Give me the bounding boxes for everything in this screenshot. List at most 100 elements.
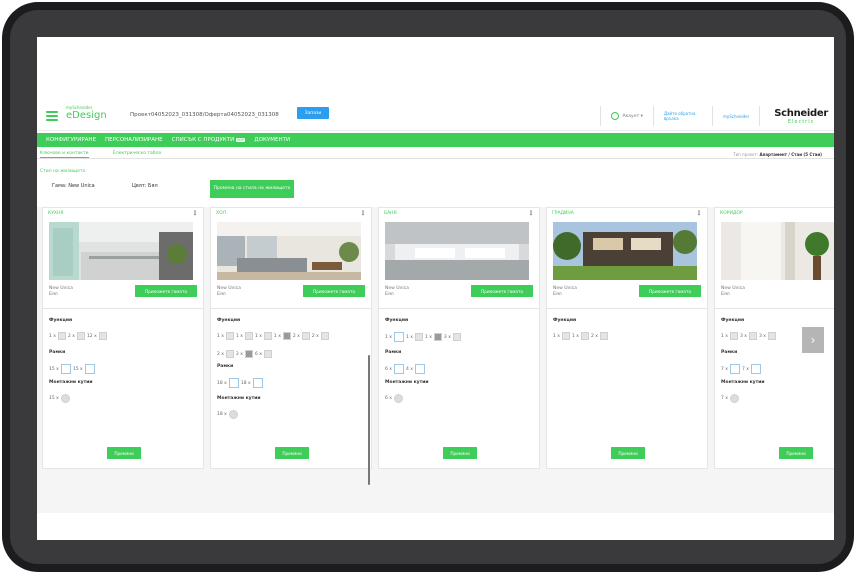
hamburger-menu-icon[interactable] — [46, 111, 58, 121]
functions-label: Функции — [553, 318, 577, 323]
change-button[interactable]: Промяна — [611, 447, 645, 459]
room-range-color: Бял — [49, 291, 58, 297]
room-title: ГРАДИНА — [552, 211, 574, 216]
boxes-label: Монтажни кутии — [49, 380, 93, 385]
apply-range-button[interactable]: Приложете гамата — [303, 285, 365, 297]
account-menu[interactable]: Акаунт ▾ — [601, 112, 652, 120]
functions-label: Функции — [385, 318, 409, 323]
room-range-name: New Unica — [553, 286, 577, 291]
function-qty: 12 x — [86, 333, 97, 339]
account-label: Акаунт ▾ — [622, 113, 643, 119]
function-icon — [244, 332, 253, 340]
more-icon[interactable]: ⋮ — [192, 210, 198, 217]
box-qty: 15 x — [49, 396, 59, 401]
top-bar: mySchneider eDesign Проект04052023_03130… — [37, 101, 834, 131]
project-type: Тип проект: Апартамент / Стаи (5 Стаи) — [733, 152, 822, 157]
apply-range-button[interactable]: Приложете гамата — [135, 285, 197, 297]
myschneider-link[interactable]: mySchneider — [713, 114, 759, 119]
function-icon — [452, 333, 461, 341]
more-icon[interactable]: ⋮ — [360, 210, 366, 217]
function-icon — [580, 332, 589, 340]
room-range-color: Бял — [217, 291, 226, 297]
functions-label: Функции — [49, 318, 73, 323]
frame-qty: 18 x — [217, 380, 227, 386]
more-icon[interactable]: ⋮ — [696, 210, 702, 217]
frame-icon — [228, 378, 239, 388]
box-qty: 7 x — [721, 396, 728, 401]
apply-range-button[interactable]: Приложете гамата — [471, 285, 533, 297]
room-card-bathroom: БАНЯ ⋮ New Unica Бял Приложете гамата Фун… — [378, 207, 540, 469]
feedback-link[interactable]: Дайте обратна връзка — [654, 111, 712, 121]
function-qty: 1 x — [385, 334, 392, 340]
main-nav: КОНФИГУРИРАНЕ ПЕРСОНАЛИЗИРАНЕ СПИСЪК С П… — [37, 133, 834, 147]
function-qty: 1 x — [235, 333, 243, 339]
room-range: New Unica Бял — [49, 286, 73, 298]
room-range-color: Бял — [721, 291, 730, 297]
change-button[interactable]: Промяна — [275, 447, 309, 459]
room-range-name: New Unica — [49, 286, 73, 291]
functions-row: 1 x 2 x 12 x — [49, 332, 107, 340]
frame-qty: 6 x — [385, 366, 392, 372]
frame-icon — [414, 364, 425, 374]
change-button[interactable]: Промяна — [107, 447, 141, 459]
nav-configure[interactable]: КОНФИГУРИРАНЕ — [46, 137, 96, 143]
room-title: КУХНЯ — [48, 211, 64, 216]
frames-row: 15 x 15 x — [49, 364, 95, 374]
function-icon — [301, 332, 310, 340]
save-button[interactable]: Запази — [297, 107, 329, 119]
function-qty: 1 x — [571, 333, 579, 339]
home-style-label: Стил на жилището — [40, 169, 86, 174]
chevron-right-icon[interactable]: › — [802, 327, 824, 353]
nav-documents[interactable]: ДОКУМЕНТИ — [254, 137, 290, 143]
function-icon — [599, 332, 608, 340]
box-qty: 6 x — [385, 396, 392, 401]
card-scrollbar[interactable] — [368, 355, 370, 485]
frames-row: 7 x 7 x — [721, 364, 761, 374]
frame-qty: 15 x — [72, 366, 83, 372]
nav-product-list[interactable]: СПИСЪК С ПРОДУКТИ BOP — [172, 137, 246, 143]
logo-text: Schneider — [774, 107, 828, 119]
function-qty: 2 x — [67, 333, 75, 339]
frames-row: 18 x 18 x — [217, 378, 263, 388]
tab-panel[interactable]: Електрическо табло — [113, 151, 161, 156]
function-qty: 1 x — [424, 334, 432, 340]
rooms-carousel: КУХНЯ ⋮ New Unica Бял Приложете гамата Фу… — [37, 207, 834, 513]
more-icon[interactable]: ⋮ — [528, 210, 534, 217]
function-qty: 2 x — [311, 333, 319, 339]
box-icon — [228, 410, 238, 419]
function-icon — [282, 332, 291, 340]
functions-label: Функции — [721, 318, 745, 323]
nav-personalize[interactable]: ПЕРСОНАЛИЗИРАНЕ — [105, 137, 163, 143]
room-range-name: New Unica — [721, 286, 745, 291]
room-range: New Unica Бял — [217, 286, 241, 298]
frame-qty: 7 x — [721, 366, 728, 372]
tab-switches[interactable]: Ключове и контакти — [40, 151, 89, 158]
apply-range-button[interactable]: Приложете гамата — [639, 285, 701, 297]
room-card-kitchen: КУХНЯ ⋮ New Unica Бял Приложете гамата Фу… — [42, 207, 204, 469]
function-icon — [76, 332, 85, 340]
room-title: КОРИДОР — [720, 211, 743, 216]
box-qty: 18 x — [217, 412, 227, 417]
function-icon — [320, 332, 329, 340]
boxes-label: Монтажни кутии — [721, 380, 765, 385]
function-icon — [393, 332, 404, 342]
room-range-color: Бял — [385, 291, 394, 297]
function-icon — [414, 333, 423, 341]
functions-row: 1 x 1 x 1 x 1 x 2 x 2 x — [217, 332, 329, 340]
color-label: Цвят: Бял — [132, 183, 158, 189]
function-qty: 1 x — [49, 333, 56, 339]
room-photo — [385, 222, 529, 280]
function-icon — [225, 332, 234, 340]
change-style-button[interactable]: Промяна на стила на жилището — [210, 180, 294, 198]
change-button[interactable]: Промяна — [443, 447, 477, 459]
nav-product-list-label: СПИСЪК С ПРОДУКТИ — [171, 137, 235, 143]
function-icon — [263, 350, 272, 358]
frame-icon — [60, 364, 71, 374]
function-icon — [225, 350, 234, 358]
room-title: БАНЯ — [384, 211, 397, 216]
room-range-name: New Unica — [385, 286, 409, 291]
function-icon — [57, 332, 66, 340]
change-button[interactable]: Промяна — [779, 447, 813, 459]
boxes-row: 15 x — [49, 394, 70, 403]
frames-label: Рамки — [49, 350, 66, 355]
